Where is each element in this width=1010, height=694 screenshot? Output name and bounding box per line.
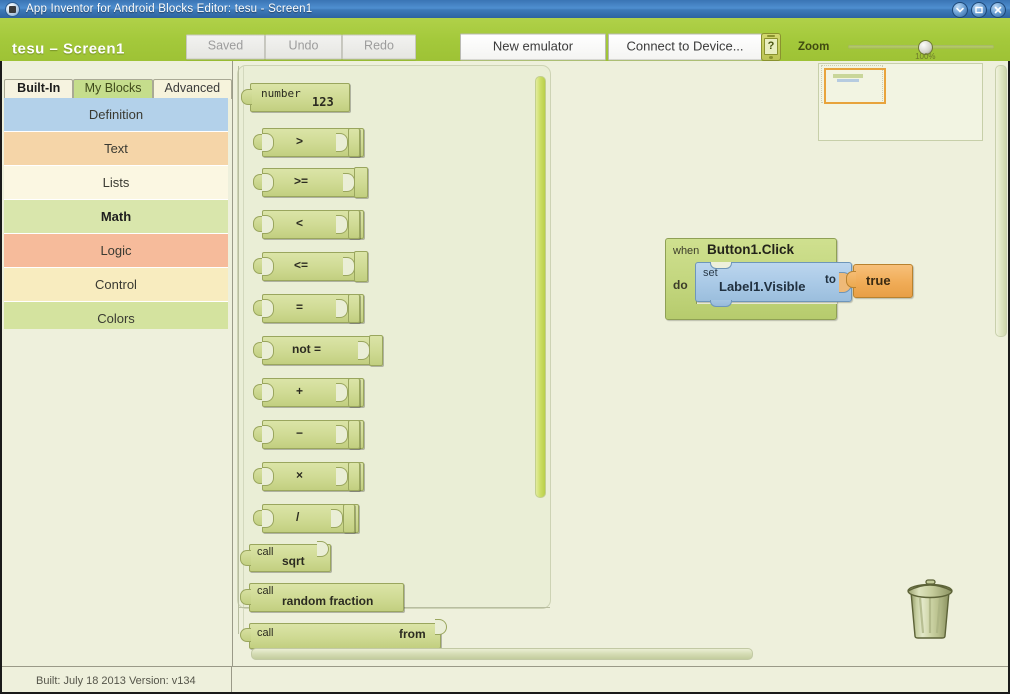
app-icon bbox=[5, 1, 20, 17]
phone-home-icon bbox=[769, 56, 773, 59]
set-block-bottom-bump bbox=[710, 300, 732, 307]
category-panel-empty-area bbox=[4, 329, 228, 669]
workspace-horizontal-scrollbar[interactable] bbox=[251, 648, 753, 660]
block-label-lt: < bbox=[296, 216, 304, 230]
minimize-icon[interactable] bbox=[952, 2, 968, 18]
event-name-label: Button1.Click bbox=[707, 242, 795, 257]
window-controls bbox=[952, 2, 1006, 18]
block-label-random-fraction: random fraction bbox=[282, 594, 374, 608]
set-keyword: set bbox=[703, 267, 718, 279]
set-target-label: Label1.Visible bbox=[719, 279, 806, 294]
tab-my-blocks[interactable]: My Blocks bbox=[73, 79, 153, 99]
block-label-gt: > bbox=[296, 134, 304, 148]
build-info-label: Built: July 18 2013 Version: v134 bbox=[36, 675, 196, 687]
value-block-nub bbox=[846, 271, 856, 288]
do-keyword: do bbox=[673, 278, 688, 292]
palette-tabs: Built-In My Blocks Advanced bbox=[4, 79, 232, 99]
block-label-eq: = bbox=[296, 300, 304, 314]
status-bar: Built: July 18 2013 Version: v134 bbox=[0, 666, 1010, 694]
block-label-divide: / bbox=[296, 510, 300, 524]
trash-can-icon[interactable] bbox=[901, 574, 959, 640]
connect-to-device-button[interactable]: Connect to Device... bbox=[608, 33, 762, 61]
block-label-minus: − bbox=[296, 426, 304, 440]
program-block-group[interactable]: when Button1.Click do set Label1.Visible… bbox=[665, 238, 915, 328]
window-left-border bbox=[0, 61, 2, 694]
minimap-block-set bbox=[837, 79, 859, 82]
app-toolbar: tesu – Screen1 Saved Undo Redo New emula… bbox=[0, 18, 1010, 62]
blocks-editor-window: App Inventor for Android Blocks Editor: … bbox=[0, 0, 1010, 694]
block-keyword-call-random: call bbox=[257, 585, 274, 597]
blocks-workspace[interactable]: number 123 > >= < <= = not = + − × / cal… bbox=[233, 61, 1010, 666]
category-logic[interactable]: Logic bbox=[4, 234, 228, 268]
block-label-sqrt: sqrt bbox=[282, 554, 305, 568]
phone-help-icon[interactable]: ? bbox=[761, 33, 781, 61]
block-label-from: from bbox=[399, 627, 426, 641]
block-label-gte: >= bbox=[294, 174, 309, 188]
flyout-edge-line-outer bbox=[238, 66, 239, 634]
block-label-plus: + bbox=[296, 384, 304, 398]
category-definition[interactable]: Definition bbox=[4, 98, 228, 132]
block-label-times: × bbox=[296, 468, 304, 482]
page-title: tesu – Screen1 bbox=[12, 40, 125, 58]
window-title-bar: App Inventor for Android Blocks Editor: … bbox=[0, 0, 1010, 19]
tab-advanced[interactable]: Advanced bbox=[152, 79, 232, 99]
block-label-number: number bbox=[261, 87, 301, 100]
new-emulator-button[interactable]: New emulator bbox=[460, 33, 606, 61]
undo-button[interactable]: Undo bbox=[265, 34, 342, 60]
flyout-edge-line-inner bbox=[243, 66, 244, 634]
event-keyword: when bbox=[673, 245, 700, 257]
palette-flyout[interactable]: number 123 > >= < <= = not = + − × / cal… bbox=[237, 65, 551, 649]
block-keyword-call-from: call bbox=[257, 627, 274, 639]
minimap-block-event bbox=[833, 74, 863, 78]
close-icon[interactable] bbox=[990, 2, 1006, 18]
window-title: App Inventor for Android Blocks Editor: … bbox=[26, 3, 313, 15]
block-keyword-call-sqrt: call bbox=[257, 546, 274, 558]
phone-speaker-icon bbox=[767, 35, 775, 37]
category-math[interactable]: Math bbox=[4, 200, 228, 234]
redo-button[interactable]: Redo bbox=[342, 34, 416, 60]
tab-built-in[interactable]: Built-In bbox=[4, 79, 74, 99]
value-label-true: true bbox=[866, 273, 891, 288]
block-label-lte: <= bbox=[294, 258, 309, 272]
zoom-percent-label: 100% bbox=[915, 52, 936, 61]
block-value-number: 123 bbox=[312, 95, 334, 109]
to-keyword: to bbox=[825, 274, 836, 286]
block-label-neq: not = bbox=[292, 342, 321, 356]
help-question-mark: ? bbox=[764, 38, 778, 55]
zoom-label: Zoom bbox=[798, 41, 830, 53]
flyout-scrollbar[interactable] bbox=[535, 76, 546, 498]
zoom-slider[interactable]: 100% bbox=[848, 39, 994, 61]
category-lists[interactable]: Lists bbox=[4, 166, 228, 200]
saved-button[interactable]: Saved bbox=[186, 34, 265, 60]
workspace-vertical-scrollbar[interactable] bbox=[995, 65, 1007, 337]
category-list: Definition Text Lists Math Logic Control… bbox=[4, 98, 228, 336]
category-panel: Built-In My Blocks Advanced Definition T… bbox=[0, 61, 233, 669]
workspace-minimap[interactable] bbox=[818, 63, 983, 141]
maximize-icon[interactable] bbox=[971, 2, 987, 18]
category-control[interactable]: Control bbox=[4, 268, 228, 302]
category-text[interactable]: Text bbox=[4, 132, 228, 166]
